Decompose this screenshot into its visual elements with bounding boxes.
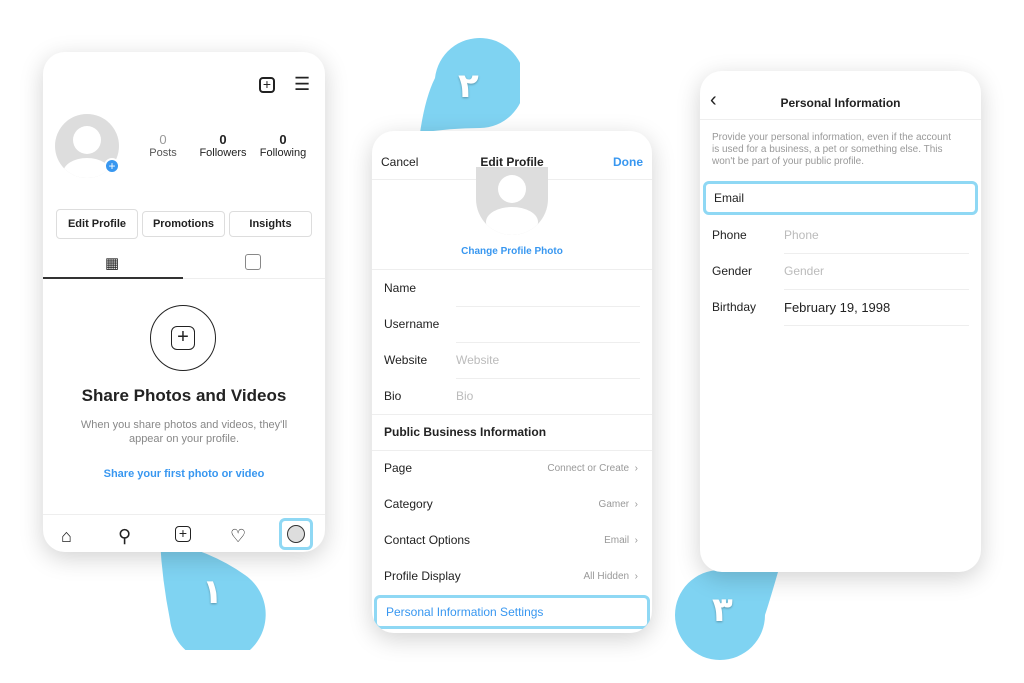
menu-icon[interactable]: ☰ <box>294 74 310 95</box>
birthday-field[interactable]: Birthday February 19, 1998 <box>700 289 981 325</box>
home-icon[interactable]: ⌂ <box>61 526 72 547</box>
done-button[interactable]: Done <box>613 155 643 169</box>
page-row[interactable]: Page Connect or Create › <box>372 450 652 486</box>
website-field[interactable]: Website Website <box>372 342 652 378</box>
page-title: Personal Information <box>780 96 901 110</box>
category-row[interactable]: Category Gamer › <box>372 486 652 522</box>
phone-field[interactable]: Phone Phone <box>700 217 981 253</box>
personal-information-settings-link[interactable]: Personal Information Settings <box>374 595 650 629</box>
add-content-icon[interactable]: + <box>150 305 216 371</box>
name-field[interactable]: Name <box>372 270 652 306</box>
username-field[interactable]: Username <box>372 306 652 342</box>
add-photo-icon[interactable]: + <box>104 158 120 174</box>
edit-profile-button[interactable]: Edit Profile <box>56 209 138 239</box>
add-icon[interactable]: + <box>175 526 191 542</box>
profile-display-row[interactable]: Profile Display All Hidden › <box>372 558 652 594</box>
insights-button[interactable]: Insights <box>229 211 312 237</box>
profile-photo[interactable] <box>476 167 548 235</box>
contact-options-row[interactable]: Contact Options Email › <box>372 522 652 558</box>
personal-information-screen: ‹ Personal Information Provide your pers… <box>700 71 981 572</box>
share-first-link[interactable]: Share your first photo or video <box>43 468 325 480</box>
grid-tab-icon[interactable]: ▦ <box>105 254 119 272</box>
promotions-button[interactable]: Promotions <box>142 211 225 237</box>
bio-field[interactable]: Bio Bio <box>372 378 652 414</box>
profile-icon[interactable] <box>279 518 313 550</box>
empty-title: Share Photos and Videos <box>81 386 287 405</box>
section-title: Public Business Information <box>384 425 547 439</box>
change-profile-photo-link[interactable]: Change Profile Photo <box>372 246 652 257</box>
empty-text: When you share photos and videos, they'l… <box>80 419 288 445</box>
stat-posts[interactable]: 0 Posts <box>143 132 183 159</box>
new-post-icon[interactable]: + <box>259 77 275 93</box>
email-field[interactable]: Email <box>703 181 978 215</box>
stat-following[interactable]: 0 Following <box>255 132 311 159</box>
heart-icon[interactable]: ♡ <box>230 526 246 547</box>
profile-screen: + ☰ + 0 Posts 0 Followers 0 Following Edit … <box>43 52 325 552</box>
stat-followers[interactable]: 0 Followers <box>195 132 251 159</box>
step-3-number: ٣ <box>712 590 733 630</box>
step-2-number: ٢ <box>458 66 479 106</box>
search-icon[interactable]: ⚲ <box>118 526 131 547</box>
description: Provide your personal information, even … <box>712 132 952 167</box>
step-1-number: ١ <box>202 572 223 612</box>
tagged-tab-icon[interactable] <box>245 254 261 270</box>
gender-field[interactable]: Gender Gender <box>700 253 981 289</box>
edit-profile-screen: Cancel Edit Profile Done Change Profile … <box>372 131 652 633</box>
